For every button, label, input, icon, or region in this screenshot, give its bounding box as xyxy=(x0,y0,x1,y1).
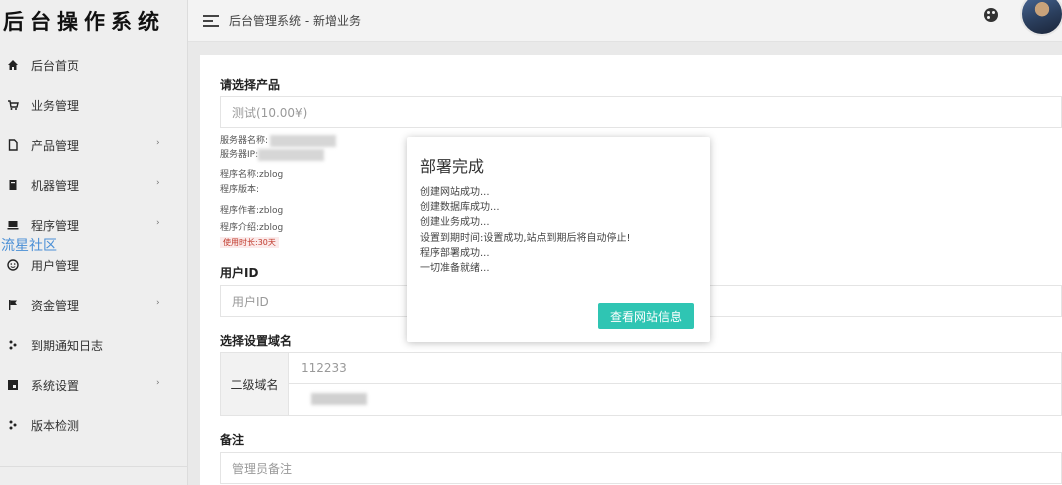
duration-badge: 使用时长:30天 xyxy=(220,237,279,248)
product-select[interactable]: 测试(10.00¥) xyxy=(220,96,1062,128)
home-icon xyxy=(7,59,19,71)
user-icon xyxy=(7,259,19,271)
sidebar-item-machines[interactable]: 机器管理 › xyxy=(0,165,187,205)
sidebar-item-label: 后台首页 xyxy=(31,58,80,73)
sidebar-divider xyxy=(0,466,188,467)
sidebar: 后台操作系统 后台首页 业务管理 产品管理 › 机器管理 › 程序管理 › 用户… xyxy=(0,0,188,485)
program-author-info: 程序作者:zblog xyxy=(220,206,284,216)
cart-icon xyxy=(7,99,19,111)
note-label: 备注 xyxy=(220,433,245,447)
product-label: 请选择产品 xyxy=(220,78,281,92)
js-icon xyxy=(7,379,19,391)
view-site-info-button[interactable]: 查看网站信息 xyxy=(598,303,694,329)
chevron-right-icon: › xyxy=(156,178,160,188)
watermark-text: 流星社区 xyxy=(1,238,57,254)
program-version-info: 程序版本: xyxy=(220,185,260,195)
topbar: 后台管理系统 - 新增业务 xyxy=(188,0,1062,42)
chevron-right-icon: › xyxy=(156,138,160,148)
chevron-right-icon: › xyxy=(156,298,160,308)
log-line: 创建数据库成功... xyxy=(420,202,500,214)
sidebar-item-business[interactable]: 业务管理 xyxy=(0,85,187,125)
sidebar-item-label: 资金管理 xyxy=(31,298,80,313)
log-line: 一切准备就绪... xyxy=(420,263,490,275)
log-line: 程序部署成功... xyxy=(420,247,490,259)
sidebar-item-label: 版本检测 xyxy=(31,418,80,433)
flag-icon xyxy=(7,299,19,311)
sidebar-item-label: 到期通知日志 xyxy=(31,338,104,353)
breadcrumb: 后台管理系统 - 新增业务 xyxy=(229,14,361,28)
dialog-log: 创建网站成功... 创建数据库成功... 创建业务成功... 设置到期时间:设置… xyxy=(420,185,631,276)
sidebar-item-label: 产品管理 xyxy=(31,138,80,153)
user-id-label: 用户ID xyxy=(220,266,259,280)
sidebar-item-finance[interactable]: 资金管理 › xyxy=(0,285,187,325)
deploy-complete-dialog: 部署完成 创建网站成功... 创建数据库成功... 创建业务成功... 设置到期… xyxy=(407,137,710,342)
sidebar-item-home[interactable]: 后台首页 xyxy=(0,45,187,85)
sidebar-item-label: 程序管理 xyxy=(31,218,80,233)
sidebar-item-label: 系统设置 xyxy=(31,378,80,393)
dialog-title: 部署完成 xyxy=(420,157,485,176)
menu-toggle-icon[interactable] xyxy=(203,14,219,27)
server-name-info: 服务器名称: xyxy=(220,133,337,147)
program-name-info: 程序名称:zblog xyxy=(220,170,284,180)
monitor-icon xyxy=(7,219,19,231)
note-input[interactable]: 管理员备注 xyxy=(220,452,1062,484)
sidebar-item-expiry-log[interactable]: 到期通知日志 xyxy=(0,325,187,365)
chevron-right-icon: › xyxy=(156,218,160,228)
domain-label: 选择设置域名 xyxy=(220,334,293,348)
log-line: 创建网站成功... xyxy=(420,187,490,198)
file-icon xyxy=(7,139,19,151)
log-line: 创建业务成功... xyxy=(420,217,490,229)
avatar[interactable] xyxy=(1020,0,1062,36)
sidebar-item-label: 用户管理 xyxy=(31,258,80,273)
sidebar-item-label: 业务管理 xyxy=(31,98,80,113)
app-logo: 后台操作系统 xyxy=(3,9,165,34)
sparkle-icon xyxy=(7,419,19,431)
palette-icon[interactable] xyxy=(984,8,998,22)
domain-input[interactable]: 112233 xyxy=(301,361,347,375)
redacted-block xyxy=(258,148,325,161)
sidebar-item-version-check[interactable]: 版本检测 xyxy=(0,405,187,445)
program-intro-info: 程序介绍:zblog xyxy=(220,223,284,233)
domain-group: 二级域名 112233 xyxy=(220,352,1062,416)
domain-divider xyxy=(289,383,1061,384)
sidebar-item-products[interactable]: 产品管理 › xyxy=(0,125,187,165)
log-line: 设置到期时间:设置成功,站点到期后将自动停止! xyxy=(420,232,631,244)
chevron-right-icon: › xyxy=(156,378,160,388)
server-ip-info: 服务器IP: xyxy=(220,147,325,161)
redacted-block xyxy=(270,134,337,147)
sidebar-item-settings[interactable]: 系统设置 › xyxy=(0,365,187,405)
redacted-domain[interactable] xyxy=(311,393,367,405)
server-icon xyxy=(7,179,19,191)
sparkle-icon xyxy=(7,339,19,351)
sidebar-item-label: 机器管理 xyxy=(31,178,80,193)
domain-prefix: 二级域名 xyxy=(221,353,289,415)
